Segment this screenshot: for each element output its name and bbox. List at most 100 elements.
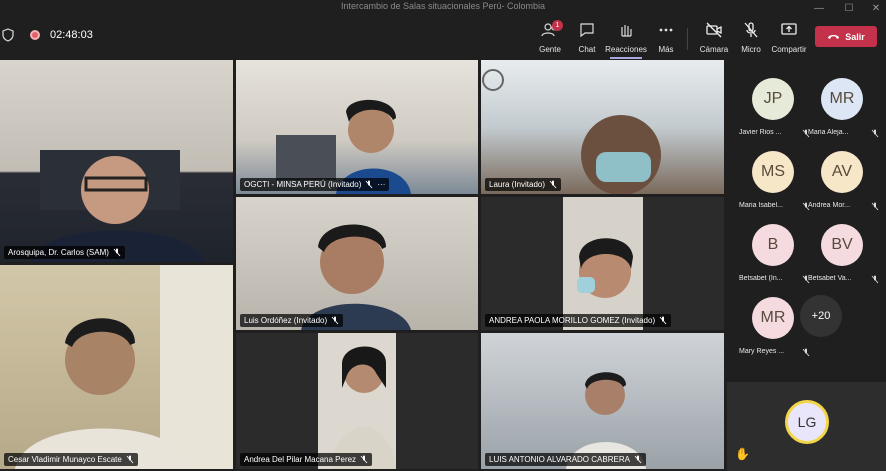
mic-off-icon (549, 180, 557, 189)
video-tile[interactable]: Cesar Vladimir Munayco Escate (0, 265, 233, 469)
participant-video (566, 372, 646, 469)
participant-name: Cesar Vladimir Munayco Escate (8, 455, 122, 464)
roster-name: Betsabet Va... (808, 275, 852, 282)
video-tile[interactable]: LUIS ANTONIO ALVARADO CABRERA (481, 333, 724, 469)
more-label: Más (658, 45, 674, 54)
roster-name: Maria Isabel... (739, 202, 783, 209)
participant-name-tag: Arosquipa, Dr. Carlos (SAM) (4, 246, 125, 259)
avatar: MS (752, 151, 794, 193)
meeting-timer: 02:48:03 (50, 29, 93, 41)
mic-off-icon (659, 316, 667, 325)
avatar: BV (821, 224, 863, 266)
self-avatar: LG (785, 400, 829, 444)
reactions-label: Reacciones (605, 45, 647, 54)
shield-icon (2, 28, 14, 42)
participant-name: Arosquipa, Dr. Carlos (SAM) (8, 248, 109, 257)
participant-name: ANDREA PAOLA MORILLO GOMEZ (Invitado) (489, 316, 656, 325)
mic-off-icon (113, 248, 121, 257)
more-button[interactable]: Más (644, 22, 688, 54)
share-icon (781, 23, 797, 35)
leave-button[interactable]: Salir (815, 26, 877, 47)
roster-participant[interactable]: AV Andrea Mor... (802, 151, 880, 223)
hang-up-icon (828, 35, 840, 39)
raise-hand-icon (621, 25, 632, 37)
mic-off-icon (802, 348, 810, 357)
roster-participant[interactable]: B Betsabet (In... (733, 224, 811, 296)
roster-participant[interactable]: JP Javier Rios ... (733, 78, 811, 150)
roster-participant[interactable]: MS Maria Isabel... (733, 151, 811, 223)
active-indicator (610, 57, 642, 59)
participant-name-tag: Cesar Vladimir Munayco Escate (4, 453, 138, 466)
roster-name: Maria Aleja... (808, 129, 849, 136)
leave-label: Salir (845, 31, 865, 42)
avatar: B (752, 224, 794, 266)
self-view-tile[interactable]: LG ✋ (727, 382, 886, 471)
roster-name: Javier Rios ... (739, 129, 782, 136)
participant-video (482, 69, 661, 194)
video-tile[interactable]: Luis Ordóñez (Invitado) (236, 197, 478, 330)
chat-button[interactable]: Chat (565, 22, 609, 54)
avatar: JP (752, 78, 794, 120)
participant-video (318, 333, 396, 469)
participant-video (15, 265, 233, 469)
video-tile[interactable]: ANDREA PAOLA MORILLO GOMEZ (Invitado) (481, 197, 724, 330)
participant-video (276, 99, 411, 194)
avatar: MR (821, 78, 863, 120)
participant-name: Luis Ordóñez (Invitado) (244, 316, 328, 325)
participant-name-tag: Luis Ordóñez (Invitado) (240, 314, 344, 327)
participant-name-tag: ANDREA PAOLA MORILLO GOMEZ (Invitado) (485, 314, 672, 327)
roster-participant[interactable]: MR Mary Reyes ... (733, 297, 811, 369)
maximize-button[interactable]: ☐ (835, 0, 863, 16)
mic-off-icon (871, 202, 879, 211)
share-button[interactable]: Compartir (767, 22, 811, 54)
mic-off-icon (360, 455, 368, 464)
roster-participant[interactable]: MR Maria Aleja... (802, 78, 880, 150)
people-label: Gente (539, 45, 561, 54)
participant-name-tag: Andrea Del Pilar Macana Perez (240, 453, 373, 466)
participant-name: Laura (Invitado) (489, 180, 546, 189)
share-label: Compartir (771, 45, 807, 54)
reactions-button[interactable]: Reacciones (604, 22, 648, 59)
recording-icon (30, 30, 40, 40)
people-badge: 1 (552, 20, 563, 31)
avatar: AV (821, 151, 863, 193)
roster-name: Betsabet (In... (739, 275, 783, 282)
participant-name-tag: LUIS ANTONIO ALVARADO CABRERA (485, 453, 646, 466)
video-tile[interactable]: Laura (Invitado) (481, 60, 724, 194)
window-title: Intercambio de Salas situacionales Perú-… (340, 1, 546, 11)
more-participants-button[interactable]: +20 (800, 295, 842, 337)
camera-label: Cámara (699, 45, 729, 54)
participant-video (30, 150, 205, 262)
mic-label: Micro (741, 45, 761, 54)
participant-name-tag: Laura (Invitado) (485, 178, 562, 191)
mic-off-icon (871, 129, 879, 138)
minimize-button[interactable]: — (805, 0, 833, 16)
meeting-toolbar: 02:48:03 1 Gente Chat Reacciones Más Cám… (0, 16, 886, 59)
title-bar: Intercambio de Salas situacionales Perú-… (0, 0, 886, 16)
participant-name: Andrea Del Pilar Macana Perez (244, 455, 357, 464)
mic-off-icon (366, 180, 373, 189)
roster-name: Andrea Mor... (808, 202, 851, 209)
tile-options-button[interactable]: ··· (377, 180, 385, 189)
toolbar-divider (687, 28, 688, 50)
avatar: MR (752, 297, 794, 339)
raised-hand-icon: ✋ (735, 447, 750, 461)
participant-video (301, 224, 411, 330)
more-icon (659, 28, 673, 32)
chat-icon (580, 23, 594, 38)
video-tile[interactable]: Arosquipa, Dr. Carlos (SAM) (0, 60, 233, 262)
participant-name: OGCTI - MINSA PERÚ (Invitado) (244, 180, 362, 189)
roster-name: Mary Reyes ... (739, 348, 785, 355)
mic-off-icon (871, 275, 879, 284)
participant-name: LUIS ANTONIO ALVARADO CABRERA (489, 455, 630, 464)
roster-participant[interactable]: BV Betsabet Va... (802, 224, 880, 296)
mic-off-icon (331, 316, 339, 325)
mic-off-icon (634, 455, 642, 464)
video-tile[interactable]: Andrea Del Pilar Macana Perez (236, 333, 478, 469)
mic-off-icon (744, 22, 758, 38)
video-tile[interactable]: OGCTI - MINSA PERÚ (Invitado) ··· (236, 60, 478, 194)
close-window-button[interactable]: ✕ (862, 0, 886, 16)
chat-label: Chat (578, 45, 596, 54)
camera-off-icon (706, 22, 722, 38)
mic-off-icon (126, 455, 134, 464)
